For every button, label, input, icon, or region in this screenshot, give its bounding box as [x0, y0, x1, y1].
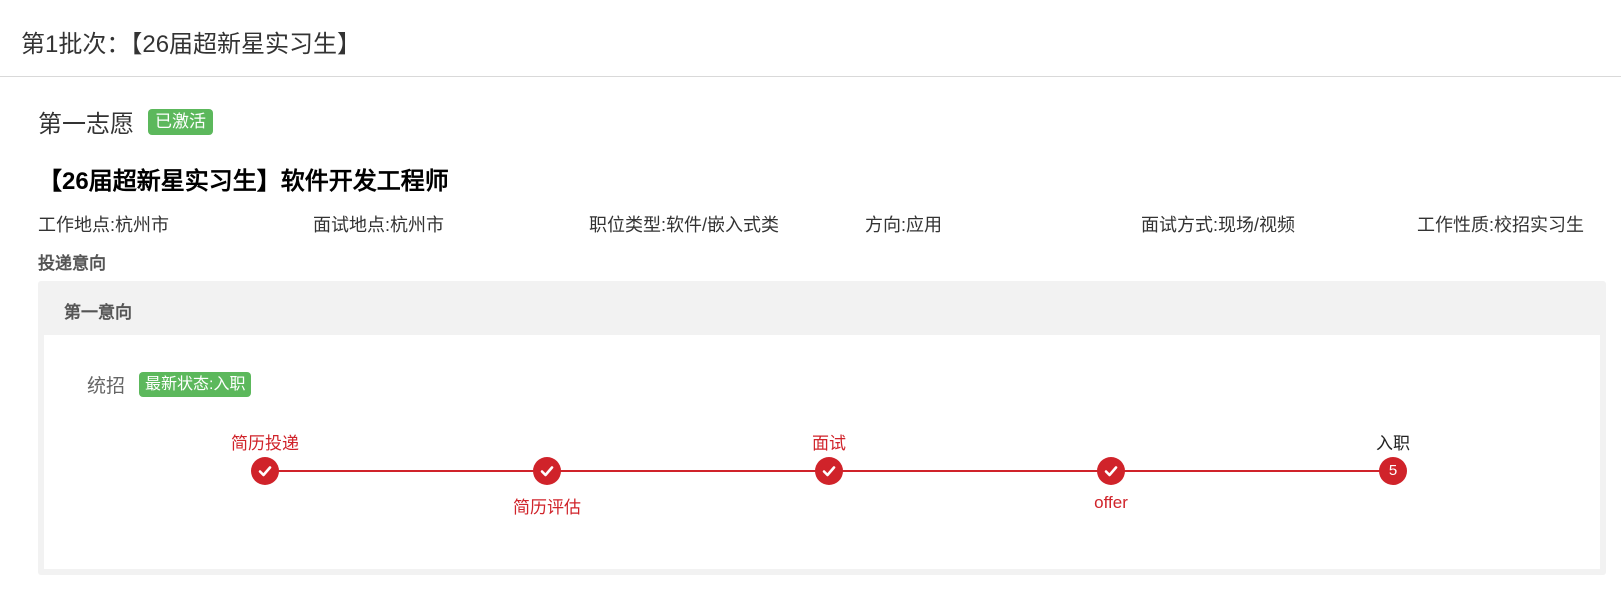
preference-title: 第一志愿 — [38, 111, 134, 138]
preference-header: 第一志愿 已激活 — [38, 104, 213, 139]
step-label-resume-review: 简历评估 — [513, 498, 581, 517]
step-dot-resume-review — [533, 457, 561, 485]
info-interview-method: 面试方式:现场/视频 — [1141, 215, 1296, 235]
info-direction: 方向:应用 — [865, 215, 943, 235]
step-dot-interview — [815, 457, 843, 485]
step-label-interview: 面试 — [812, 434, 846, 453]
step-label-offer: offer — [1094, 493, 1128, 512]
check-icon — [540, 466, 554, 477]
step-number: 5 — [1388, 462, 1398, 479]
intent-panel-title: 第一意向 — [64, 303, 132, 322]
step-dot-offer — [1097, 457, 1125, 485]
step-dot-resume-submit — [251, 457, 279, 485]
intent-panel-body: 统招 最新状态:入职 简历投递 简历评估 面试 offer 入职 5 — [44, 335, 1600, 569]
latest-status-badge: 最新状态:入职 — [139, 372, 252, 397]
step-dot-onboard: 5 — [1379, 457, 1407, 485]
intent-panel: 第一意向 统招 最新状态:入职 简历投递 简历评估 面试 offer 入职 5 — [38, 281, 1606, 575]
batch-header: 第1批次：【26届超新星实习生】 — [0, 0, 1621, 77]
info-work-nature: 工作性质:校招实习生 — [1417, 215, 1585, 235]
step-label-onboard: 入职 — [1376, 434, 1410, 453]
check-icon — [1104, 466, 1118, 477]
recruit-type: 统招 — [87, 376, 126, 397]
step-label-resume-submit: 简历投递 — [231, 434, 299, 453]
check-icon — [822, 466, 836, 477]
recruit-row: 统招 最新状态:入职 — [87, 371, 252, 398]
info-interview-location: 面试地点:杭州市 — [313, 215, 445, 235]
info-position-type: 职位类型:软件/嵌入式类 — [589, 215, 780, 235]
intent-section-label: 投递意向 — [38, 254, 106, 273]
activation-status-badge: 已激活 — [148, 108, 213, 135]
batch-title: 第1批次：【26届超新星实习生】 — [21, 31, 362, 58]
info-work-location: 工作地点:杭州市 — [38, 215, 170, 235]
job-title: 【26届超新星实习生】软件开发工程师 — [38, 168, 449, 195]
check-icon — [258, 466, 272, 477]
